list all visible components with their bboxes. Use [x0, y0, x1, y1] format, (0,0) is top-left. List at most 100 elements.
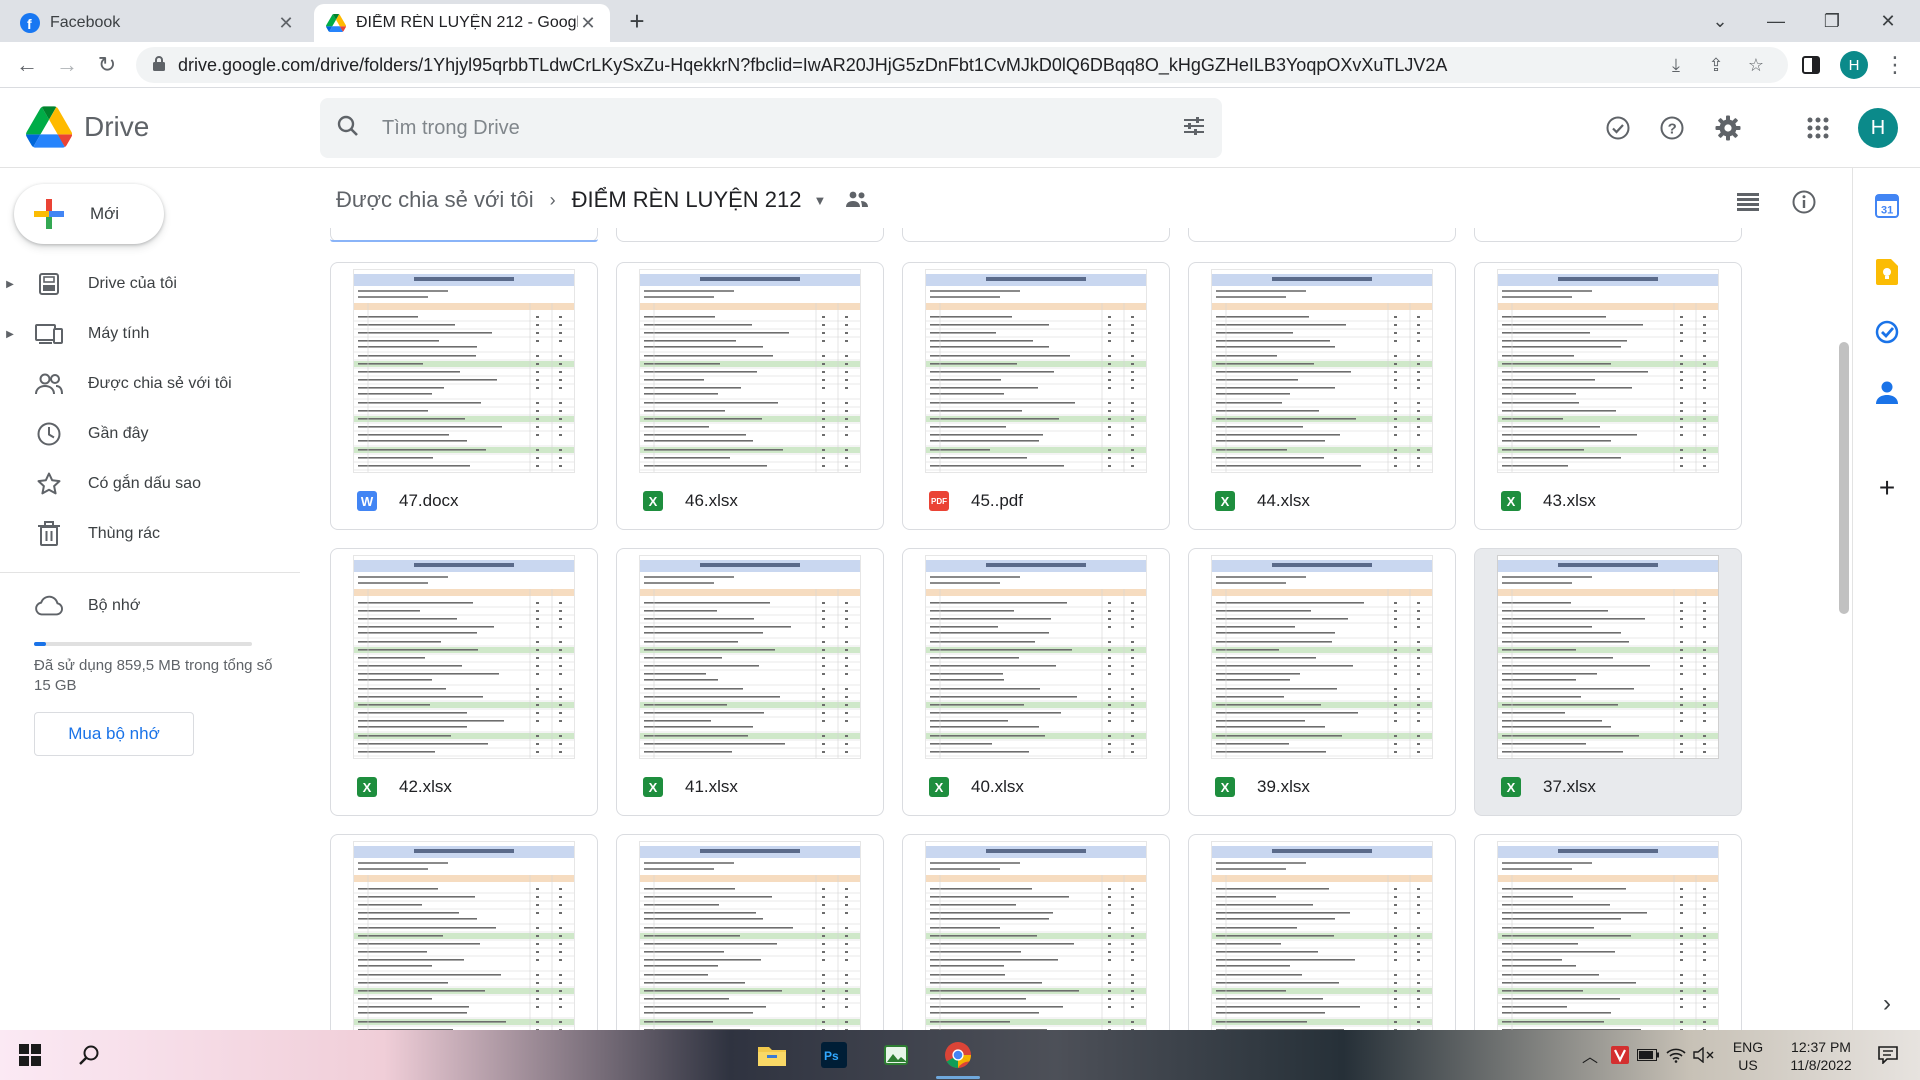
- file-card[interactable]: X 43.xlsx: [1474, 262, 1742, 530]
- new-tab-button[interactable]: +: [622, 6, 652, 36]
- settings-gear-icon[interactable]: [1708, 108, 1748, 148]
- taskbar-search-icon[interactable]: [74, 1039, 106, 1071]
- file-explorer-icon[interactable]: [756, 1039, 788, 1071]
- file-card[interactable]: PDF 45..pdf: [902, 262, 1170, 530]
- file-card[interactable]: [616, 834, 884, 1030]
- file-card[interactable]: X 41.xlsx: [616, 548, 884, 816]
- add-addon-plus-icon[interactable]: +: [1873, 472, 1901, 503]
- file-thumbnail: [639, 841, 861, 1030]
- list-view-icon[interactable]: [1730, 184, 1766, 220]
- file-card[interactable]: [330, 834, 598, 1030]
- new-button[interactable]: Mới: [14, 184, 164, 244]
- file-card[interactable]: [902, 834, 1170, 1030]
- tray-overflow-chevron-icon[interactable]: ︿: [1574, 1039, 1606, 1071]
- file-thumbnail: [925, 269, 1147, 473]
- sidebar-item-recent[interactable]: Gần đây: [0, 410, 300, 458]
- spreadsheet-preview: [1212, 560, 1432, 758]
- breadcrumb-shared-with-me[interactable]: Được chia sẻ với tôi: [336, 187, 534, 213]
- notifications-icon[interactable]: [1872, 1039, 1904, 1071]
- spreadsheet-preview: [1498, 846, 1718, 1030]
- search-icon[interactable]: [336, 114, 360, 143]
- tasks-icon[interactable]: [1873, 318, 1901, 346]
- maximize-window-icon[interactable]: ❐: [1804, 0, 1860, 42]
- bookmark-star-icon[interactable]: ☆: [1736, 50, 1776, 80]
- search-bar[interactable]: Tìm trong Drive: [320, 98, 1222, 158]
- file-card[interactable]: [1188, 834, 1456, 1030]
- search-input[interactable]: Tìm trong Drive: [382, 117, 1182, 140]
- minimize-window-icon[interactable]: —: [1748, 0, 1804, 42]
- browser-menu-icon[interactable]: ⋮: [1880, 50, 1910, 80]
- sidebar-item-starred[interactable]: Có gắn dấu sao: [0, 460, 300, 508]
- file-card[interactable]: X 40.xlsx: [902, 548, 1170, 816]
- url-text[interactable]: drive.google.com/drive/folders/1Yhjyl95q…: [178, 55, 1656, 76]
- input-language-indicator[interactable]: ENG US: [1726, 1038, 1770, 1074]
- sidebar-item-my-drive[interactable]: ▶ Drive của tôi: [0, 260, 300, 308]
- image-editor-icon[interactable]: [880, 1039, 912, 1071]
- sidebar-item-trash[interactable]: Thùng rác: [0, 510, 300, 558]
- volume-muted-icon[interactable]: [1688, 1039, 1720, 1071]
- close-window-icon[interactable]: ✕: [1860, 0, 1916, 42]
- file-card[interactable]: [1474, 834, 1742, 1030]
- file-card[interactable]: X 42.xlsx: [330, 548, 598, 816]
- tab-search-chevron-icon[interactable]: ⌄: [1692, 0, 1748, 42]
- expand-caret-icon[interactable]: ▶: [0, 279, 20, 290]
- file-card-partial[interactable]: [1474, 228, 1742, 242]
- file-card-partial[interactable]: [330, 228, 598, 242]
- drive-logo[interactable]: Drive: [26, 106, 149, 148]
- contacts-icon[interactable]: [1873, 378, 1901, 406]
- plus-icon: [34, 199, 64, 229]
- browser-toolbar: ← → ↻ drive.google.com/drive/folders/1Yh…: [0, 42, 1920, 88]
- side-panel-icon[interactable]: [1796, 50, 1826, 80]
- system-clock[interactable]: 12:37 PM 11/8/2022: [1776, 1038, 1866, 1074]
- file-card-partial[interactable]: [616, 228, 884, 242]
- file-card-partial[interactable]: [902, 228, 1170, 242]
- chevron-right-icon: ›: [549, 189, 556, 210]
- file-card[interactable]: X 46.xlsx: [616, 262, 884, 530]
- offline-ready-icon[interactable]: [1598, 108, 1638, 148]
- reload-icon[interactable]: ↻: [92, 50, 122, 80]
- forward-arrow-icon[interactable]: →: [52, 50, 82, 80]
- breadcrumb-current-folder[interactable]: ĐIỂM RÈN LUYỆN 212: [572, 187, 802, 213]
- storage-usage-bar: [34, 642, 252, 646]
- chevron-right-icon[interactable]: ›: [1873, 990, 1901, 1018]
- keep-notes-icon[interactable]: [1873, 258, 1901, 286]
- google-drive-favicon-icon: [326, 13, 346, 33]
- pdf-icon: PDF: [929, 491, 949, 511]
- close-tab-icon[interactable]: ✕: [578, 13, 598, 34]
- install-app-icon[interactable]: ⤓: [1656, 50, 1696, 80]
- sidebar-item-label: Có gắn dấu sao: [88, 475, 201, 492]
- file-card[interactable]: X 39.xlsx: [1188, 548, 1456, 816]
- spreadsheet-preview: [926, 846, 1146, 1030]
- file-thumbnail: [1497, 841, 1719, 1030]
- help-icon[interactable]: ?: [1652, 108, 1692, 148]
- account-avatar[interactable]: H: [1858, 108, 1898, 148]
- file-card[interactable]: X 44.xlsx: [1188, 262, 1456, 530]
- browser-tab-facebook[interactable]: f Facebook ✕: [8, 4, 308, 42]
- browser-tab-drive[interactable]: ĐIỂM RÈN LUYỆN 212 - Google D ✕: [314, 4, 610, 42]
- lock-icon[interactable]: [152, 55, 166, 76]
- back-arrow-icon[interactable]: ←: [12, 50, 42, 80]
- file-card[interactable]: W 47.docx: [330, 262, 598, 530]
- sidebar-item-computers[interactable]: ▶ Máy tính: [0, 310, 300, 358]
- share-icon[interactable]: ⇪: [1696, 50, 1736, 80]
- photoshop-icon[interactable]: Ps: [818, 1039, 850, 1071]
- sidebar-item-storage[interactable]: Bộ nhớ: [0, 582, 300, 630]
- file-card-partial[interactable]: [1188, 228, 1456, 242]
- folder-menu-chevron-down-icon[interactable]: ▼: [814, 193, 827, 208]
- buy-storage-button[interactable]: Mua bộ nhớ: [34, 712, 194, 756]
- file-card-selected[interactable]: X 37.xlsx: [1474, 548, 1742, 816]
- info-icon[interactable]: [1786, 184, 1822, 220]
- sidebar-item-label: Thùng rác: [88, 525, 161, 542]
- expand-caret-icon[interactable]: ▶: [0, 329, 20, 340]
- close-tab-icon[interactable]: ✕: [276, 13, 296, 34]
- calendar-icon[interactable]: 31: [1873, 192, 1901, 220]
- windows-start-icon[interactable]: [14, 1039, 46, 1071]
- apps-grid-icon[interactable]: [1798, 108, 1838, 148]
- search-options-icon[interactable]: [1182, 114, 1206, 143]
- chrome-icon[interactable]: [942, 1039, 974, 1071]
- sidebar-item-shared-with-me[interactable]: Được chia sẻ với tôi: [0, 360, 300, 408]
- scrollbar-thumb[interactable]: [1839, 342, 1849, 614]
- address-bar[interactable]: drive.google.com/drive/folders/1Yhjyl95q…: [136, 47, 1788, 83]
- browser-profile-avatar[interactable]: H: [1840, 51, 1868, 79]
- shared-folder-people-icon[interactable]: [846, 187, 869, 213]
